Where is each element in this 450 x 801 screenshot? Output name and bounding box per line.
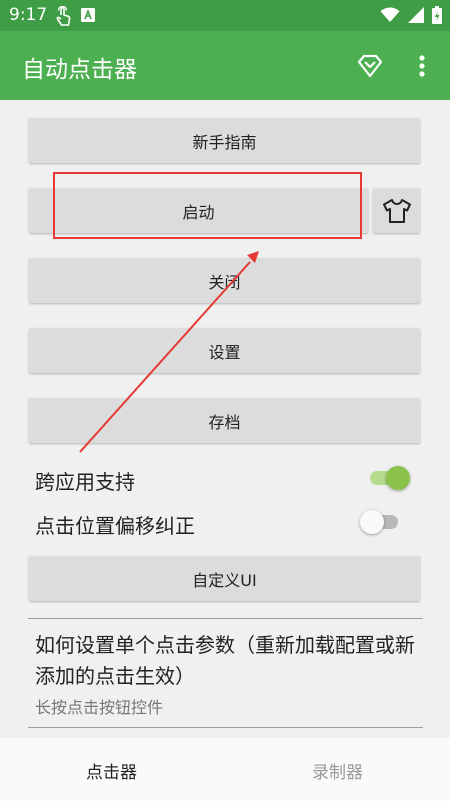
help-subtitle: 长按点击按钮控件 [35, 698, 164, 717]
offset-correction-switch[interactable] [358, 508, 404, 536]
custom-ui-button[interactable]: 自定义UI [29, 556, 420, 601]
cross-app-support-label: 跨应用支持 [35, 470, 135, 494]
cross-app-support-switch[interactable] [364, 464, 410, 492]
tab-clicker[interactable]: 点击器 [86, 758, 137, 783]
help-title: 如何设置单个点击参数（重新加载配置或新添加的点击生效） [35, 633, 415, 688]
divider [28, 727, 423, 728]
offset-correction-label: 点击位置偏移纠正 [35, 514, 195, 538]
bottom-navigation: 点击器 录制器 [0, 738, 450, 801]
tab-recorder[interactable]: 录制器 [312, 758, 363, 783]
divider [28, 618, 423, 619]
